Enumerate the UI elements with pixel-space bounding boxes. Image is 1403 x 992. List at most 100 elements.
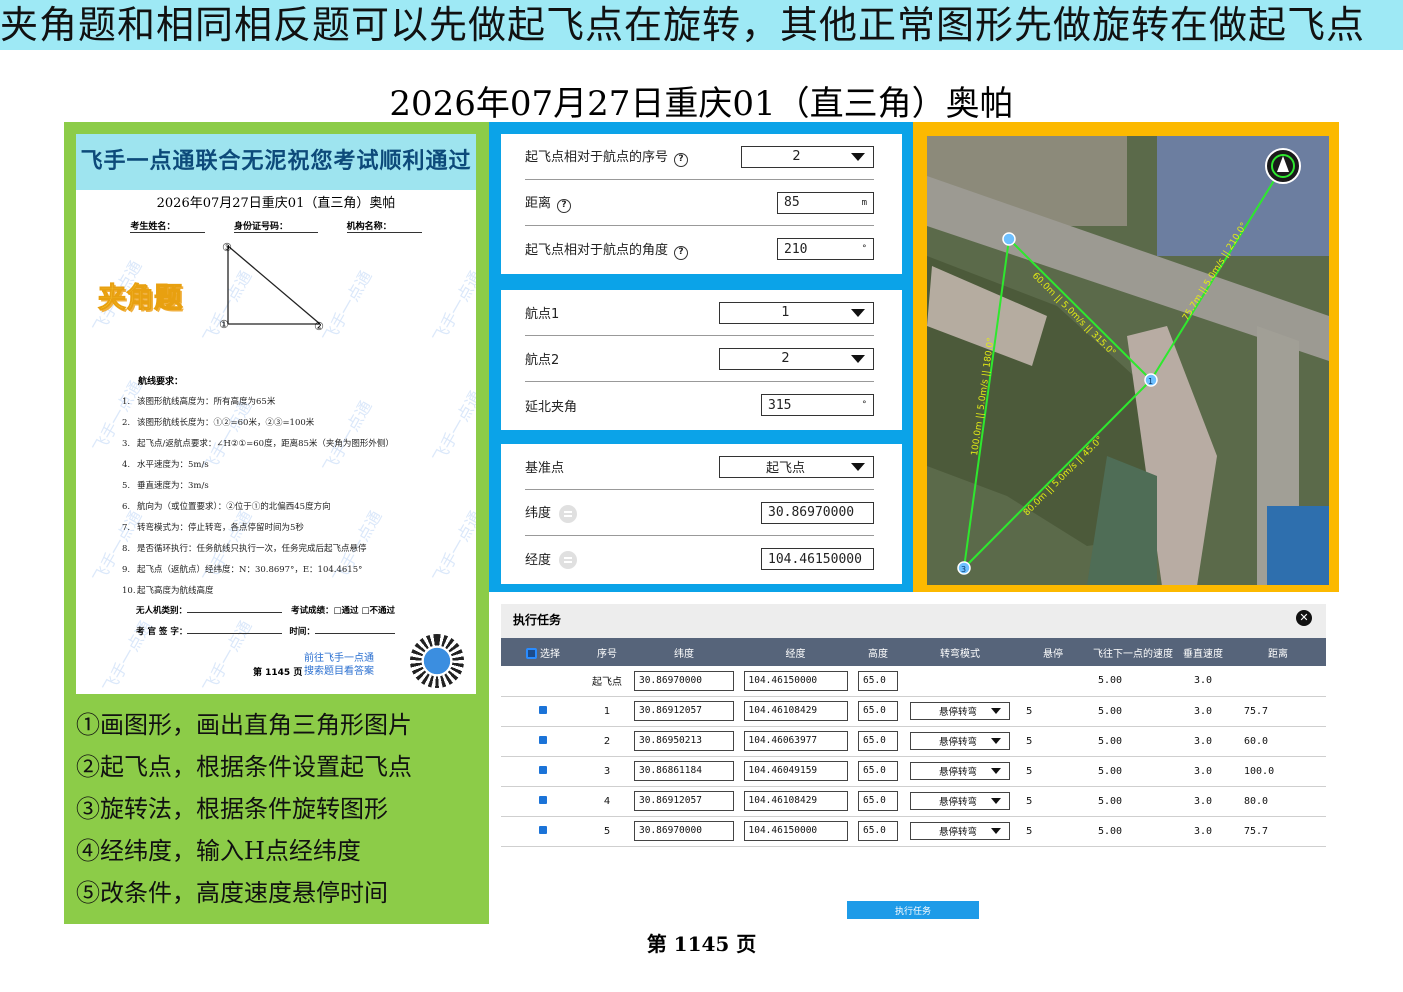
turn-mode-select[interactable]: 悬停转弯: [910, 762, 1010, 780]
lng-input[interactable]: 104.46150000: [761, 548, 874, 570]
waypoint-3-label: 3: [961, 565, 966, 574]
row-checkbox[interactable]: [539, 735, 547, 744]
wp2-select[interactable]: 2: [719, 347, 874, 370]
turn-mode-value: 悬停转弯: [939, 767, 978, 778]
waypoint-1-label: 1: [1148, 377, 1153, 386]
paper-page-number: 第 1145 页: [253, 668, 303, 678]
cell-select: [501, 756, 585, 787]
requirement-item: 4. 水平速度为：5m/s: [122, 455, 462, 476]
north-angle-row: 延北夹角 315 °: [525, 382, 874, 428]
chevron-down-icon: [851, 462, 865, 471]
lat-cell-input[interactable]: 30.86970000: [634, 821, 734, 841]
cell-alt: 65.0: [852, 726, 904, 757]
cell-distance: [1230, 666, 1326, 697]
wp1-select[interactable]: 1: [719, 301, 874, 324]
answer-link[interactable]: 前往飞手一点通 搜索题目看答案: [304, 652, 374, 678]
turn-mode-select[interactable]: 悬停转弯: [910, 822, 1010, 840]
help-icon[interactable]: ?: [557, 199, 572, 213]
wp1-value: 1: [781, 305, 790, 320]
north-angle-label: 延北夹角: [525, 399, 578, 415]
turn-mode-select[interactable]: 悬停转弯: [910, 792, 1010, 810]
waypoint-2-marker[interactable]: [1002, 232, 1016, 246]
requirement-item: 5. 垂直速度为：3m/s: [122, 476, 462, 497]
cell-seq: 5: [585, 816, 629, 847]
cell-speed: 5.00: [1090, 756, 1176, 787]
angle-input[interactable]: 210 °: [777, 238, 874, 260]
cell-alt: 65.0: [852, 696, 904, 727]
select-all-checkbox[interactable]: [526, 648, 537, 659]
alt-cell-input[interactable]: 65.0: [858, 731, 898, 751]
cell-lat: 30.86861184: [629, 756, 739, 787]
alt-cell-input[interactable]: 65.0: [858, 701, 898, 721]
left-panel: 飞手一点通联合无泥祝您考试顺利通过 2026年07月27日重庆01（直三角）奥帕…: [64, 122, 489, 924]
requirement-text: 该图形航线长度为：①②=60米，②③=100米: [137, 418, 315, 428]
cell-speed: 5.00: [1090, 666, 1176, 697]
help-icon[interactable]: ?: [674, 153, 689, 167]
wp1-label: 航点1: [525, 307, 560, 322]
alt-cell-input[interactable]: 65.0: [858, 761, 898, 781]
wp2-value: 2: [781, 351, 790, 366]
turn-mode-value: 悬停转弯: [939, 707, 978, 718]
requirement-text: 垂直速度为：3m/s: [137, 481, 209, 491]
distance-input[interactable]: 85 m: [777, 191, 874, 214]
cell-turn-mode: [904, 666, 1016, 697]
task-dialog-header: 执行任务 ✕: [501, 604, 1326, 638]
cell-alt: 65.0: [852, 786, 904, 817]
col-vspeed: 垂直速度: [1176, 638, 1230, 666]
lng-cell-input[interactable]: 104.46063977: [743, 731, 848, 751]
help-icon[interactable]: ?: [674, 245, 689, 260]
row-checkbox[interactable]: [539, 795, 547, 804]
lng-cell-input[interactable]: 104.46049159: [743, 761, 848, 781]
triangle-diagram: ① ② ③: [219, 241, 324, 333]
lat-input[interactable]: 30.86970000: [761, 501, 874, 524]
bottom-page-number: 第 1145 页: [646, 932, 757, 956]
row-checkbox[interactable]: [539, 825, 547, 834]
row-checkbox[interactable]: [539, 765, 547, 774]
requirement-number: 5.: [122, 481, 131, 491]
turn-mode-select[interactable]: 悬停转弯: [910, 732, 1010, 750]
lat-cell-input[interactable]: 30.86950213: [634, 731, 734, 751]
lat-label-wrap: 纬度: [525, 502, 761, 523]
execute-task-button[interactable]: 执行任务: [847, 901, 979, 919]
wp1-row: 航点1 1: [525, 290, 874, 336]
lng-cell-input[interactable]: 104.46150000: [743, 821, 848, 841]
close-icon[interactable]: ✕: [1296, 610, 1312, 626]
table-row: 1 30.86912057 104.46108429 65.0 悬停转弯 5 5.00 3.0…: [501, 696, 1326, 727]
lng-cell-input[interactable]: 104.46108429: [743, 791, 848, 811]
north-angle-input[interactable]: 315 °: [761, 394, 874, 416]
lat-cell-input[interactable]: 30.86912057: [634, 701, 734, 721]
chevron-down-icon: [851, 354, 865, 363]
lat-cell-input[interactable]: 30.86861184: [634, 761, 734, 781]
requirement-text: 是否循环执行：任务航线只执行一次，任务完成后起飞点悬停: [137, 544, 367, 554]
lng-value: 104.46150000: [768, 551, 862, 567]
lng-cell-input[interactable]: 104.46108429: [743, 701, 848, 721]
step-item: ①画图形，画出直角三角形图片: [76, 711, 412, 739]
angle-unit: °: [861, 244, 867, 254]
requirement-text: 起飞点/返航点要求：∠H②①=60度，距离85米（夹角为图形外侧）: [137, 439, 394, 449]
base-select[interactable]: 起飞点: [719, 455, 874, 478]
lng-cell-input[interactable]: 104.46150000: [743, 670, 848, 691]
turn-mode-select[interactable]: 悬停转弯: [910, 702, 1010, 720]
examiner-line: 考 官 签 字： 时间：: [136, 625, 395, 637]
requirement-item: 1. 该图形航线高度为：所有高度为65米: [122, 392, 462, 413]
cell-turn-mode: 悬停转弯: [904, 756, 1016, 787]
alt-cell-input[interactable]: 65.0: [858, 791, 898, 811]
alt-cell-input[interactable]: 65.0: [858, 670, 898, 691]
takeoff-seq-select[interactable]: 2: [741, 145, 874, 168]
field-org: 机构名称：: [346, 219, 422, 233]
swap-icon[interactable]: [559, 504, 578, 523]
col-distance: 距离: [1230, 638, 1326, 666]
cell-turn-mode: 悬停转弯: [904, 726, 1016, 757]
step-item: ③旋转法，根据条件旋转图形: [76, 795, 388, 823]
lat-cell-input[interactable]: 30.86970000: [634, 670, 734, 691]
alt-cell-input[interactable]: 65.0: [858, 821, 898, 841]
chevron-down-icon: [851, 308, 865, 317]
satellite-map[interactable]: 60.0m || 5.0m/s || 315.0° 100.0m || 5.0m…: [927, 136, 1329, 585]
requirement-number: 7.: [122, 523, 131, 533]
requirement-item: 9. 起飞点（返航点）经纬度：N：30.8697°，E：104.4615°: [122, 560, 462, 581]
distance-unit: m: [861, 197, 867, 208]
lat-cell-input[interactable]: 30.86912057: [634, 791, 734, 811]
cell-lng: 104.46108429: [739, 786, 852, 817]
swap-icon[interactable]: [559, 551, 578, 570]
row-checkbox[interactable]: [539, 705, 547, 714]
